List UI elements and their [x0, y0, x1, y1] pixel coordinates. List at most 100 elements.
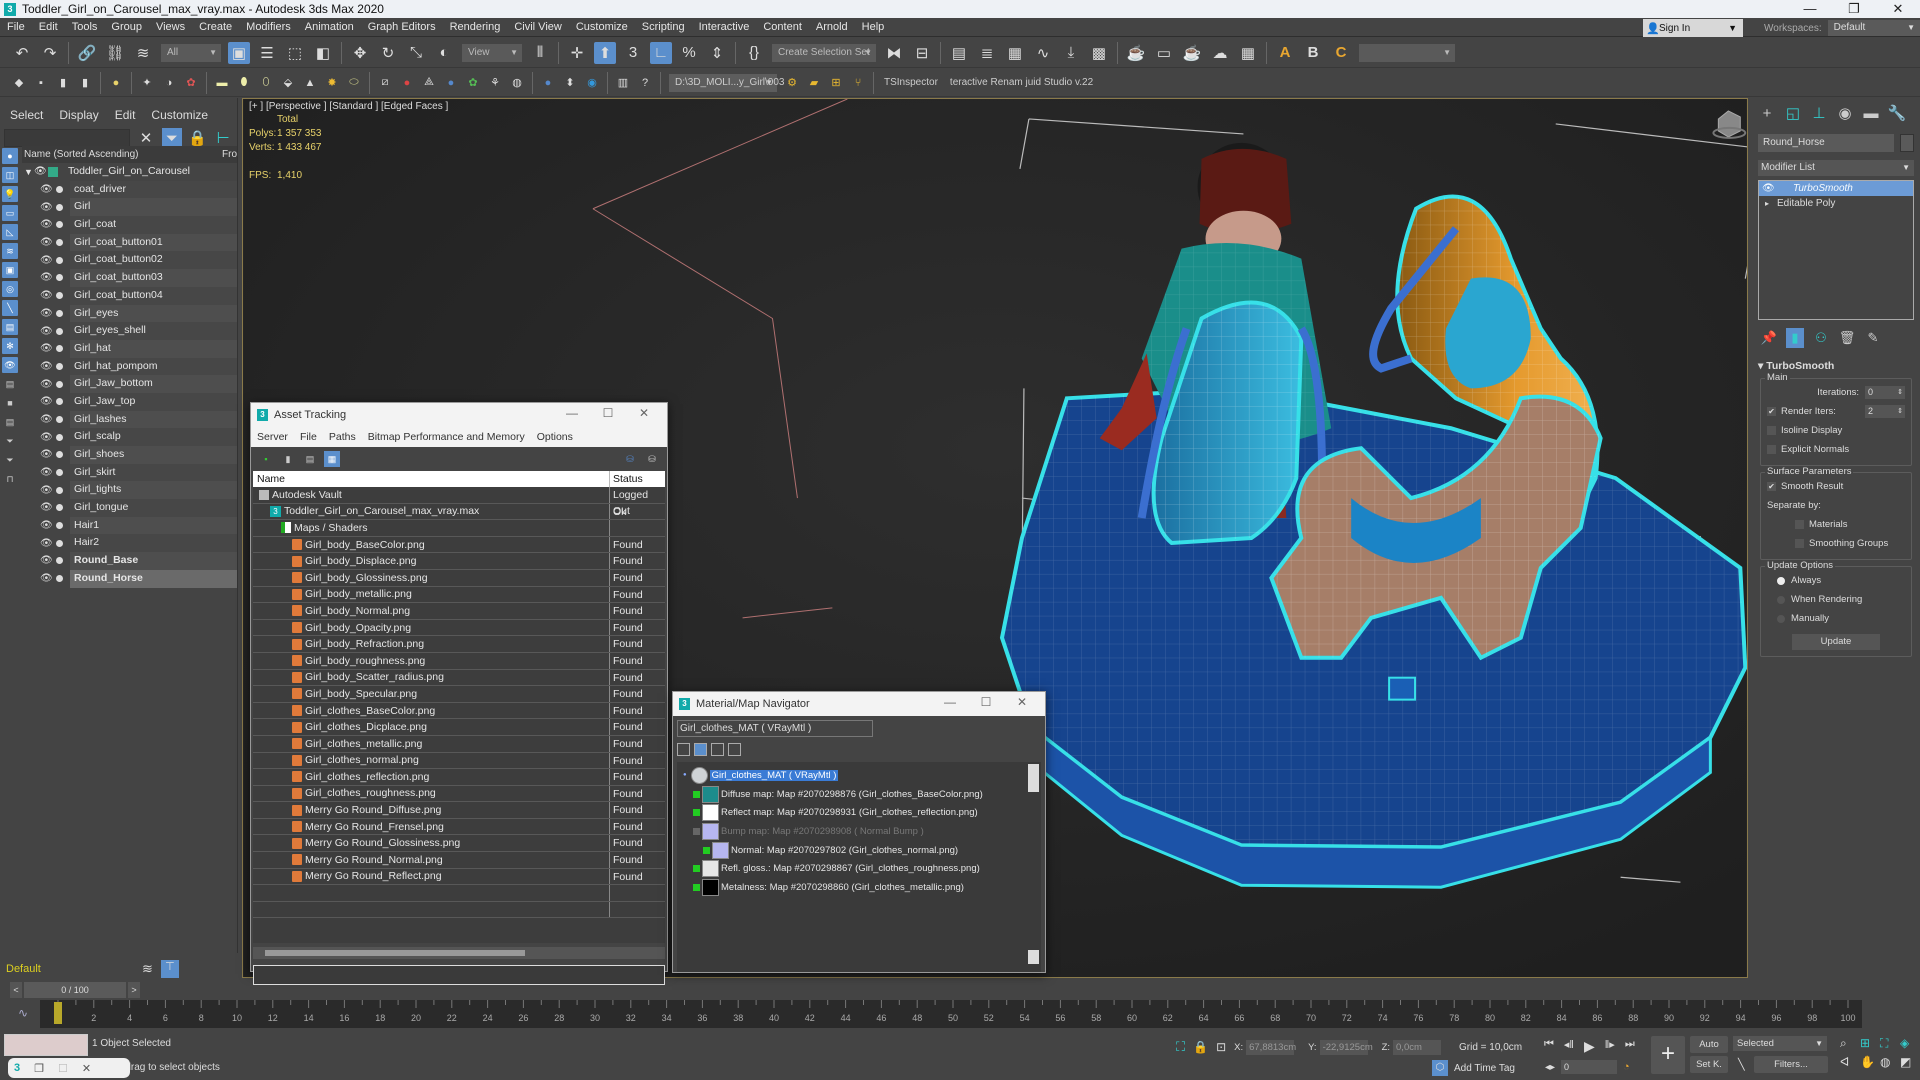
minimize-button[interactable]: —	[557, 406, 587, 420]
auto-key-button[interactable]: Auto	[1690, 1036, 1728, 1053]
hierarchy-tab-icon[interactable]: ⊥	[1808, 104, 1830, 124]
menu-arnold[interactable]: Arnold	[809, 21, 855, 33]
panel-icon[interactable]: ▮	[54, 74, 72, 92]
asset-row[interactable]: Autodesk Vault Logged Out	[253, 487, 665, 517]
freeze-toggle-icon[interactable]	[56, 398, 63, 406]
workspace-dropdown[interactable]: Default ▼	[1827, 20, 1920, 36]
make-unique-icon[interactable]: ⚇	[1812, 328, 1830, 348]
eye-icon[interactable]: 👁	[40, 502, 54, 513]
filter-lights-icon[interactable]: 💡	[2, 186, 18, 202]
taskbar-thumbnail[interactable]: 3 ❐ ☐ ✕	[8, 1058, 130, 1078]
keyboard-shortcut-override-icon[interactable]: ⬆	[594, 41, 616, 64]
asset-row[interactable]: Girl_clothes_normal.png Found	[253, 752, 665, 770]
freeze-toggle-icon[interactable]	[56, 433, 63, 441]
project-folder-icon[interactable]: ▰	[805, 74, 823, 92]
freeze-toggle-icon[interactable]	[56, 292, 63, 300]
asset-row[interactable]: Girl_body_Normal.png Found	[253, 603, 665, 620]
update-manually-radio[interactable]	[1777, 614, 1785, 623]
eye-icon[interactable]: 👁	[40, 202, 54, 213]
freeze-toggle-icon[interactable]	[56, 309, 63, 317]
filter-helpers-icon[interactable]: ◺	[2, 224, 18, 240]
pan-icon[interactable]: ✋	[1860, 1055, 1878, 1069]
clear-search-icon[interactable]: ✕	[136, 128, 156, 148]
vray-material-icon[interactable]: ●	[539, 74, 557, 92]
light-icon[interactable]: ●	[107, 74, 125, 92]
asset-row[interactable]: Girl_body_Glossiness.png Found	[253, 569, 665, 587]
menu-scripting[interactable]: Scripting	[635, 21, 692, 33]
zoom-extents-all-icon[interactable]: ◈	[1900, 1036, 1918, 1051]
material-node[interactable]: ● Girl_clothes_MAT ( VRayMtl )	[677, 766, 1025, 785]
vray-light-dome-icon[interactable]: ⬯	[257, 74, 275, 92]
eye-icon[interactable]: 👁	[40, 308, 54, 319]
eye-icon[interactable]: 👁	[40, 290, 54, 301]
view-large-icons-icon[interactable]	[728, 743, 741, 756]
current-layer[interactable]: Default	[4, 961, 134, 977]
schematic-view-icon[interactable]: ⤓	[1060, 42, 1082, 64]
eye-icon[interactable]: 👁	[40, 520, 54, 531]
eye-icon[interactable]: 👁	[40, 467, 54, 478]
vray-proxy-icon[interactable]: ⧄	[376, 74, 394, 92]
scene-object-row[interactable]: 👁 Round_Horse	[22, 569, 237, 588]
scene-object-row[interactable]: 👁 Girl_shoes	[22, 446, 237, 464]
current-frame-spinner[interactable]: 0	[1561, 1060, 1618, 1074]
column-status[interactable]: Status	[609, 471, 665, 487]
edit-named-selection-icon[interactable]: {}	[743, 42, 765, 64]
menu-civil-view[interactable]: Civil View	[507, 21, 568, 33]
asset-row[interactable]: Girl_body_BaseColor.png Found	[253, 536, 665, 554]
asset-row[interactable]: Merry Go Round_Glossiness.png Found	[253, 835, 665, 853]
menu-animation[interactable]: Animation	[298, 21, 361, 33]
vray-info-icon[interactable]: ▥	[614, 74, 632, 92]
asset-row[interactable]: Girl_body_Specular.png Found	[253, 686, 665, 703]
prev-frame-button[interactable]: <	[10, 982, 22, 998]
scene-object-row[interactable]: 👁 Girl_coat_button03	[22, 269, 237, 287]
asset-row[interactable]: Girl_body_metallic.png Found	[253, 586, 665, 604]
vertical-scrollbar[interactable]	[1028, 764, 1039, 964]
z-field[interactable]: 0,0cm	[1393, 1039, 1442, 1055]
menu-views[interactable]: Views	[149, 21, 192, 33]
scene-object-row[interactable]: 👁 Girl_coat_button02	[22, 251, 237, 270]
eye-icon[interactable]: 👁	[1762, 181, 1775, 196]
menu-file[interactable]: File	[0, 21, 32, 33]
freeze-toggle-icon[interactable]	[56, 345, 63, 353]
menu-file[interactable]: File	[294, 431, 323, 443]
vray-ambient-icon[interactable]: ⬭	[345, 74, 363, 92]
asset-row[interactable]: Girl_body_roughness.png Found	[253, 652, 665, 670]
curve-editor-icon[interactable]: ∿	[18, 1006, 28, 1020]
key-tangent-icon[interactable]: ╲	[1738, 1058, 1745, 1071]
filter-invert-icon[interactable]: ⏷	[2, 433, 18, 449]
pin-stack-icon[interactable]: 📌	[1760, 328, 1778, 348]
scene-object-row[interactable]: 👁 Hair2	[22, 534, 237, 553]
show-end-result-icon[interactable]: ▮	[1786, 328, 1804, 348]
tool-c-icon[interactable]: ✿	[182, 74, 200, 92]
update-when-rendering-radio[interactable]	[1777, 595, 1785, 604]
scene-object-row[interactable]: 👁 Girl_Jaw_top	[22, 392, 237, 411]
maxscript-listener[interactable]	[4, 1034, 88, 1056]
menu-rendering[interactable]: Rendering	[443, 21, 508, 33]
eye-icon[interactable]: 👁	[40, 219, 54, 230]
asset-row[interactable]: Girl_body_Refraction.png Found	[253, 636, 665, 653]
create-tab-icon[interactable]: +	[1756, 104, 1778, 124]
list-view-icon[interactable]: ▮	[280, 451, 296, 467]
vault-logout-icon[interactable]: ⛁	[644, 451, 660, 467]
menu-edit[interactable]: Edit	[32, 21, 65, 33]
explicit-normals-checkbox[interactable]	[1767, 445, 1776, 454]
filters-button[interactable]: Filters...	[1754, 1056, 1828, 1073]
render-grid-icon[interactable]: ▦	[1237, 42, 1259, 64]
freeze-toggle-icon[interactable]	[56, 380, 63, 388]
explorer-menu-edit[interactable]: Edit	[115, 108, 136, 122]
toggle-ribbon-icon[interactable]: ▦	[1004, 42, 1026, 64]
menu-server[interactable]: Server	[251, 431, 294, 443]
text-c-icon[interactable]: C	[1330, 42, 1352, 64]
selection-lock-icon[interactable]: 🔒	[1193, 1040, 1208, 1054]
eye-icon[interactable]: 👁	[40, 237, 54, 248]
time-slider[interactable]: < 0 / 100 >	[10, 982, 140, 998]
render-production-icon[interactable]: ☕	[1181, 42, 1203, 64]
percent-snap-icon[interactable]: %	[678, 42, 700, 64]
menu-content[interactable]: Content	[756, 21, 809, 33]
map-node[interactable]: Bump map: Map #2070298908 ( Normal Bump …	[677, 822, 1025, 841]
snaps-toggle-icon[interactable]: 3	[622, 42, 644, 64]
scene-object-row[interactable]: 👁 Girl_tights	[22, 481, 237, 500]
viewport-label[interactable]: [+ ] [Perspective ] [Standard ] [Edged F…	[249, 101, 448, 112]
set-key-button[interactable]: Set K.	[1690, 1056, 1728, 1073]
place-icon[interactable]: ◐	[433, 42, 455, 64]
